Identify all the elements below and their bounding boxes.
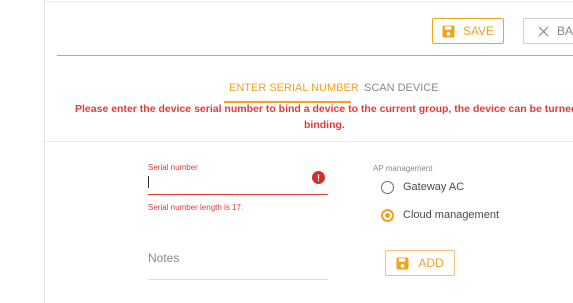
top-border [45, 1, 573, 2]
serial-number-label: Serial number [148, 163, 198, 172]
radio-selected-dot [385, 213, 390, 218]
tab-enter-serial-number[interactable]: ENTER SERIAL NUMBER [229, 82, 359, 94]
radio-cloud-management[interactable] [381, 209, 394, 222]
radio-cloud-management-label[interactable]: Cloud management [403, 209, 499, 221]
exclamation-circle-icon: ! [312, 171, 325, 184]
warning-message-line2: binding. [304, 119, 345, 131]
warning-message-line1: Please enter the device serial number to… [75, 103, 573, 115]
floppy-disk-icon [442, 24, 455, 38]
back-button-label: BA [557, 24, 573, 38]
serial-number-underline [148, 194, 328, 195]
tab-scan-device[interactable]: SCAN DEVICE [364, 82, 439, 94]
back-button[interactable]: BA [523, 18, 573, 44]
ap-management-label: AP management [373, 164, 433, 173]
serial-number-input[interactable] [148, 176, 149, 188]
add-button[interactable]: ADD [385, 250, 455, 276]
add-device-panel: SAVE BA ENTER SERIAL NUMBER SCAN DEVICE … [44, 0, 573, 303]
floppy-disk-icon [396, 256, 409, 270]
save-button-label: SAVE [462, 24, 495, 38]
serial-number-error: Serial number length is 17. [148, 203, 244, 212]
section-divider [45, 141, 573, 142]
add-button-label: ADD [418, 256, 444, 270]
header-divider [57, 55, 573, 56]
left-margin [0, 0, 44, 303]
radio-gateway-ac[interactable] [381, 181, 394, 194]
notes-field[interactable]: Notes [148, 251, 179, 265]
save-button[interactable]: SAVE [432, 18, 504, 44]
radio-gateway-ac-label[interactable]: Gateway AC [403, 181, 464, 193]
close-icon [538, 26, 549, 36]
notes-underline [148, 279, 328, 280]
